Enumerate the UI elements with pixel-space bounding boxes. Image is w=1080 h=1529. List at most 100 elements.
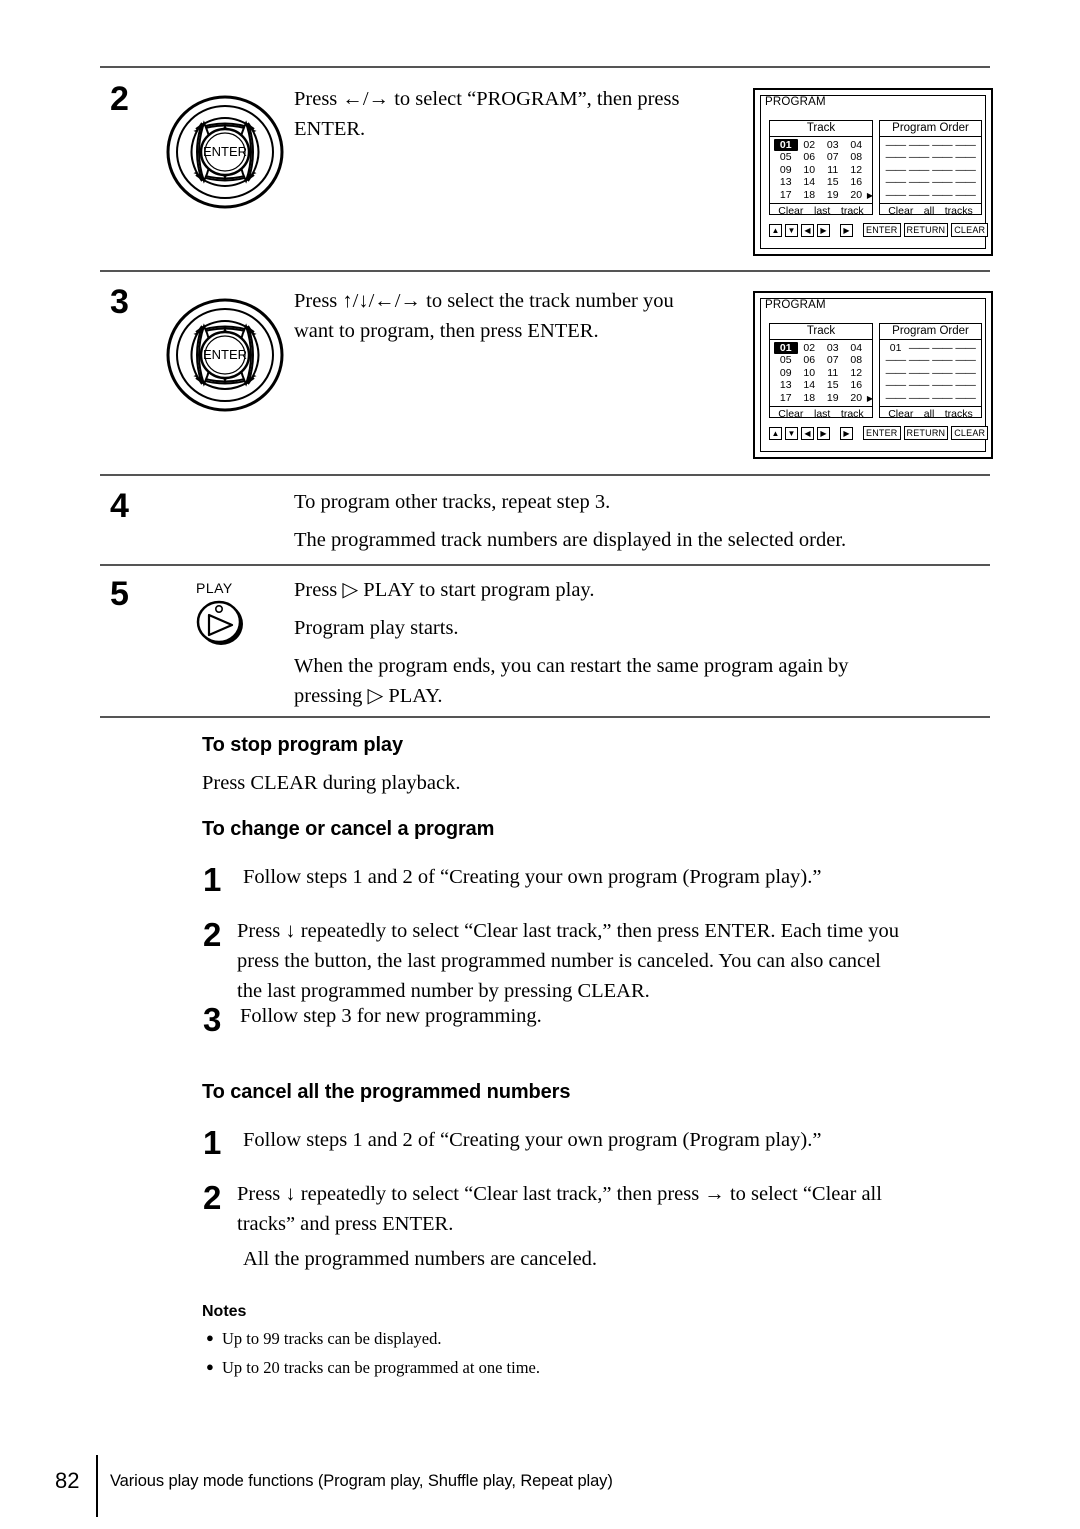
track-cell[interactable]: 02 [798, 342, 822, 355]
track-cell[interactable]: 14 [798, 379, 822, 392]
track-cell[interactable]: 17 [774, 189, 798, 202]
order-cell: —— [908, 379, 930, 392]
substep-2-line-2: press the button, the last programmed nu… [237, 950, 881, 972]
track-cell[interactable]: 20 [845, 189, 872, 202]
track-cell[interactable]: 16 [845, 176, 869, 189]
track-cell[interactable]: 05 [774, 354, 798, 367]
track-cell[interactable]: 10 [798, 367, 822, 380]
track-cell[interactable]: 20 [845, 392, 872, 405]
order-cell: —— [885, 391, 907, 404]
down-arrow-key-icon[interactable]: ▼ [785, 223, 798, 237]
track-cell[interactable]: 16 [845, 379, 869, 392]
cancelall-substep-2-line-1: Press ↓ repeatedly to select “Clear last… [237, 1183, 882, 1205]
track-cell[interactable]: 18 [798, 392, 822, 405]
order-cell: —— [885, 379, 907, 392]
order-cell: —— [955, 379, 976, 392]
substep-3-line-1: Follow step 3 for new programming. [240, 1005, 542, 1027]
order-cell: —— [908, 188, 930, 201]
track-cell[interactable]: 18 [798, 189, 822, 202]
track-cell[interactable]: 06 [798, 151, 822, 164]
order-cell: —— [885, 138, 907, 151]
step-4-line-1: To program other tracks, repeat step 3. [294, 491, 611, 513]
track-cell[interactable]: 01 [774, 138, 798, 152]
track-cell[interactable]: 07 [821, 151, 845, 164]
clear-last-track-word: last [813, 407, 831, 420]
step-number-5: 5 [110, 575, 129, 613]
track-cell[interactable]: 12 [845, 164, 869, 177]
return-key[interactable]: RETURN [903, 426, 949, 440]
order-cell: —— [908, 366, 930, 379]
substep-number-3: 3 [203, 1001, 222, 1038]
track-cell[interactable]: 10 [798, 164, 822, 177]
svg-text:ENTER: ENTER [203, 144, 247, 159]
track-cell[interactable]: 14 [798, 176, 822, 189]
track-cell[interactable]: 13 [774, 379, 798, 392]
track-cell[interactable]: 07 [821, 354, 845, 367]
track-cell[interactable]: 04 [845, 139, 869, 152]
up-arrow-key-icon[interactable]: ▲ [769, 426, 782, 440]
step-2-text: Press ←/→ to select “PROGRAM”, then pres… [294, 84, 724, 144]
order-cell: —— [908, 354, 930, 367]
right-arrow-key-icon[interactable]: ▶ [817, 223, 830, 237]
clear-key[interactable]: CLEAR [951, 426, 989, 440]
note-item: ● Up to 20 tracks can be programmed at o… [206, 1357, 540, 1379]
substep-2-text: Press ↓ repeatedly to select “Clear last… [237, 916, 997, 1006]
order-cell: —— [955, 391, 976, 404]
track-cell[interactable]: 17 [774, 392, 798, 405]
heading-to-change-or-cancel-a-program: To change or cancel a program [202, 818, 495, 840]
track-cell[interactable]: 04 [845, 342, 869, 355]
up-arrow-key-icon[interactable]: ▲ [769, 223, 782, 237]
track-cell[interactable]: 11 [821, 367, 845, 380]
play-key-icon[interactable]: ▶ [840, 426, 853, 440]
track-cell[interactable]: 11 [821, 164, 845, 177]
return-key[interactable]: RETURN [903, 223, 949, 237]
order-cell: —— [932, 354, 953, 367]
clear-all-tracks-word: all [923, 407, 935, 420]
track-cell[interactable]: 15 [821, 379, 845, 392]
track-cell[interactable]: 01 [774, 341, 798, 355]
track-cell[interactable]: 12 [845, 367, 869, 380]
clear-all-tracks-word: tracks [944, 407, 973, 420]
track-cell[interactable]: 19 [821, 392, 845, 405]
section-divider [100, 564, 990, 566]
program-order-header: Program Order [880, 324, 981, 340]
enter-key[interactable]: ENTER [863, 223, 901, 237]
track-cell[interactable]: 02 [798, 139, 822, 152]
track-cell[interactable]: 08 [845, 151, 869, 164]
step-5-text: Press ▷ PLAY to start program play. Prog… [294, 575, 974, 711]
step-number-4: 4 [110, 487, 129, 525]
clear-last-track-word: Clear [778, 204, 804, 217]
order-cell: —— [908, 391, 930, 404]
right-arrow-key-icon[interactable]: ▶ [817, 426, 830, 440]
track-cell[interactable]: 03 [821, 342, 845, 355]
clear-key[interactable]: CLEAR [951, 223, 989, 237]
step-5-line-1: Press ▷ PLAY to start program play. [294, 579, 595, 601]
osd-key-row: ▲ ▼ ◀ ▶ ▶ ENTER RETURN CLEAR [769, 426, 989, 440]
clear-last-track-row[interactable]: Clear last track [770, 202, 872, 219]
clear-all-tracks-row[interactable]: Clear all tracks [880, 202, 981, 219]
play-key-icon[interactable]: ▶ [840, 223, 853, 237]
clear-last-track-word: last [813, 204, 831, 217]
track-cell[interactable]: 05 [774, 151, 798, 164]
clear-last-track-row[interactable]: Clear last track [770, 405, 872, 422]
order-cell: —— [955, 341, 976, 354]
enter-key[interactable]: ENTER [863, 426, 901, 440]
order-cell: —— [955, 366, 976, 379]
clear-all-tracks-row[interactable]: Clear all tracks [880, 405, 981, 422]
track-cell[interactable]: 03 [821, 139, 845, 152]
order-cell: —— [932, 188, 953, 201]
track-panel-header: Track [770, 121, 872, 137]
track-cell[interactable]: 06 [798, 354, 822, 367]
track-cell[interactable]: 15 [821, 176, 845, 189]
down-arrow-key-icon[interactable]: ▼ [785, 426, 798, 440]
step-5-line-4: pressing ▷ PLAY. [294, 685, 443, 707]
track-cell[interactable]: 19 [821, 189, 845, 202]
track-cell[interactable]: 08 [845, 354, 869, 367]
track-cell[interactable]: 13 [774, 176, 798, 189]
track-cell[interactable]: 09 [774, 164, 798, 177]
left-arrow-key-icon[interactable]: ◀ [801, 223, 814, 237]
left-arrow-key-icon[interactable]: ◀ [801, 426, 814, 440]
track-cell[interactable]: 09 [774, 367, 798, 380]
notes-heading: Notes [202, 1303, 247, 1320]
program-order-grid: —— —— —— —— —— —— —— —— —— —— —— —— —— —… [880, 137, 981, 203]
